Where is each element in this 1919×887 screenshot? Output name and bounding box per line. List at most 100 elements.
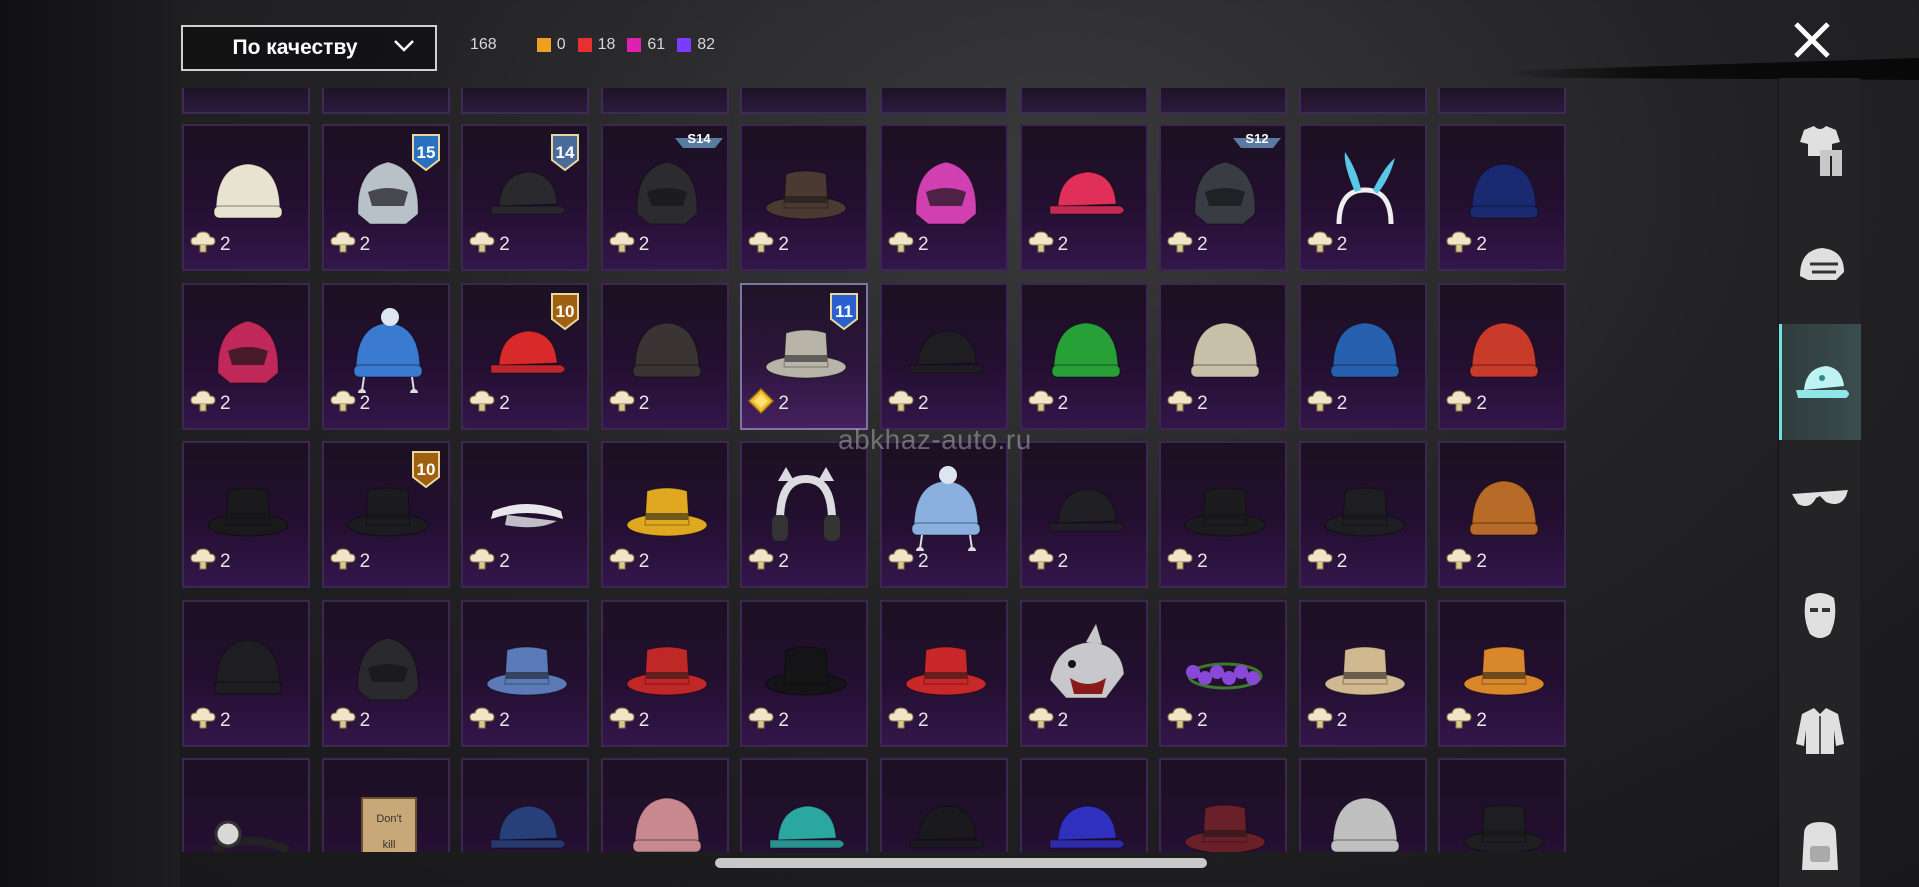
item-tile[interactable]: 2 bbox=[879, 282, 1008, 430]
item-tile[interactable] bbox=[879, 758, 1008, 852]
sidebar-item-helmet[interactable] bbox=[1779, 208, 1861, 324]
cloud-currency-icon bbox=[467, 227, 497, 263]
item-tile[interactable]: 2 bbox=[740, 441, 869, 589]
item-tile[interactable]: 2 bbox=[1438, 441, 1567, 589]
item-tile[interactable]: 2 bbox=[182, 124, 310, 271]
item-tile[interactable]: 2 bbox=[879, 441, 1008, 589]
goggle-beanie-icon bbox=[911, 466, 981, 552]
item-tile[interactable] bbox=[600, 758, 729, 852]
cloud-currency-icon bbox=[188, 703, 218, 739]
item-tile[interactable] bbox=[1298, 758, 1427, 852]
sidebar-item-jacket[interactable] bbox=[1779, 672, 1861, 788]
partial-tile bbox=[461, 88, 590, 114]
item-tile[interactable]: S12 2 bbox=[1159, 124, 1288, 271]
item-tile[interactable]: 2 bbox=[1298, 124, 1427, 271]
item-cost: 2 bbox=[607, 227, 649, 263]
item-tile[interactable]: 2 bbox=[182, 441, 310, 589]
item-cost: 2 bbox=[188, 544, 231, 580]
inventory-grid-viewport[interactable]: 2 15 2 14 2 S14 2 2 2 2 S12 2 2 2 2 2 10… bbox=[182, 88, 1572, 852]
item-tile[interactable]: 2 bbox=[1298, 282, 1427, 430]
black-beanie-icon bbox=[213, 639, 283, 695]
quality-color-swatch bbox=[627, 38, 642, 52]
item-cost: 2 bbox=[886, 227, 929, 263]
item-tile[interactable]: 2 bbox=[1019, 599, 1148, 747]
item-tile[interactable]: 2 bbox=[740, 124, 869, 271]
item-tile[interactable] bbox=[740, 758, 869, 852]
item-tile[interactable]: 2 bbox=[1019, 282, 1148, 430]
item-tile[interactable]: 2 bbox=[1438, 282, 1567, 430]
item-tile[interactable]: 14 2 bbox=[461, 124, 590, 271]
item-tile[interactable]: 2 bbox=[1159, 441, 1288, 589]
item-tile[interactable]: 15 2 bbox=[321, 124, 450, 271]
item-tile[interactable]: 2 bbox=[1019, 124, 1148, 271]
item-cost-value: 2 bbox=[778, 392, 789, 414]
item-tile[interactable]: 2 bbox=[879, 124, 1008, 271]
item-tile[interactable]: 2 bbox=[461, 441, 590, 589]
sort-dropdown[interactable]: По качеству bbox=[181, 25, 437, 71]
item-tile[interactable]: 2 bbox=[600, 441, 729, 589]
cloud-currency-icon bbox=[1026, 544, 1056, 580]
item-tile[interactable]: 2 bbox=[321, 282, 450, 430]
blue-cap-icon bbox=[490, 805, 566, 849]
sidebar-item-hat[interactable] bbox=[1779, 324, 1861, 440]
item-tile[interactable] bbox=[182, 758, 310, 852]
watermark: abkhaz-auto.ru bbox=[838, 424, 1032, 455]
item-tile[interactable]: 10 2 bbox=[321, 441, 450, 589]
item-tile[interactable]: 2 bbox=[740, 599, 869, 747]
item-tile[interactable]: Don't kill bbox=[321, 758, 450, 852]
item-cost: 2 bbox=[607, 703, 650, 739]
item-cost: 2 bbox=[1305, 386, 1347, 422]
item-tile[interactable]: 2 bbox=[1159, 599, 1288, 747]
cloud-currency-icon bbox=[1444, 544, 1474, 580]
cloud-currency-icon bbox=[188, 386, 218, 422]
cloud-currency-icon bbox=[1165, 703, 1195, 739]
diamond-currency-icon bbox=[746, 386, 776, 422]
item-tile[interactable]: 2 bbox=[600, 282, 729, 430]
svg-text:14: 14 bbox=[556, 143, 575, 162]
cloud-currency-icon bbox=[328, 544, 358, 580]
black-cap-icon bbox=[909, 330, 985, 374]
item-tile[interactable] bbox=[461, 758, 590, 852]
moto-helmet-icon bbox=[217, 320, 279, 384]
item-tile[interactable]: 2 bbox=[1019, 441, 1148, 589]
cloud-currency-icon bbox=[1305, 227, 1335, 263]
yellow-bucket-icon bbox=[626, 487, 708, 537]
item-tile[interactable]: 2 bbox=[1159, 282, 1288, 430]
skull-bandana-icon bbox=[1469, 322, 1539, 378]
close-icon[interactable] bbox=[1790, 18, 1834, 62]
bunny-ears-icon bbox=[1336, 152, 1395, 225]
sidebar-item-outfit[interactable] bbox=[1779, 92, 1861, 208]
item-tile[interactable]: 2 bbox=[461, 599, 590, 747]
item-tile[interactable]: 2 bbox=[1298, 599, 1427, 747]
partial-tile bbox=[740, 88, 869, 114]
item-tile[interactable]: 2 bbox=[600, 599, 729, 747]
item-cost-value: 2 bbox=[359, 551, 371, 573]
item-tile[interactable]: 2 bbox=[1438, 599, 1567, 747]
item-cost-value: 2 bbox=[638, 709, 650, 731]
item-tile[interactable]: 10 2 bbox=[461, 282, 590, 430]
item-tile[interactable] bbox=[1159, 758, 1288, 852]
item-tile[interactable]: 11 2 bbox=[740, 282, 869, 430]
cap-icon bbox=[1795, 366, 1849, 398]
item-tile[interactable]: 2 bbox=[879, 599, 1008, 747]
sidebar-item-backpack[interactable] bbox=[1779, 788, 1861, 887]
item-tile[interactable]: 2 bbox=[1298, 441, 1427, 589]
item-tile[interactable]: 2 bbox=[1438, 124, 1567, 271]
item-cost: 2 bbox=[328, 544, 371, 580]
sidebar-item-mask[interactable] bbox=[1779, 556, 1861, 672]
turban-plume-icon bbox=[213, 163, 283, 219]
svg-text:10: 10 bbox=[416, 460, 435, 479]
item-tile[interactable]: 2 bbox=[182, 599, 310, 747]
green-beanie-icon bbox=[1051, 322, 1121, 378]
item-cost: 2 bbox=[1026, 544, 1068, 580]
item-tile[interactable] bbox=[1438, 758, 1567, 852]
horizontal-scrollbar[interactable] bbox=[715, 858, 1207, 868]
item-tile[interactable]: 2 bbox=[182, 282, 310, 430]
item-tile[interactable]: S14 2 bbox=[600, 124, 729, 271]
cloud-currency-icon bbox=[607, 227, 637, 263]
cloud-currency-icon bbox=[1026, 703, 1056, 739]
item-tile[interactable]: 2 bbox=[321, 599, 450, 747]
item-tile[interactable] bbox=[1019, 758, 1148, 852]
glasses-icon bbox=[1792, 490, 1848, 506]
sidebar-item-glasses[interactable] bbox=[1779, 440, 1861, 556]
